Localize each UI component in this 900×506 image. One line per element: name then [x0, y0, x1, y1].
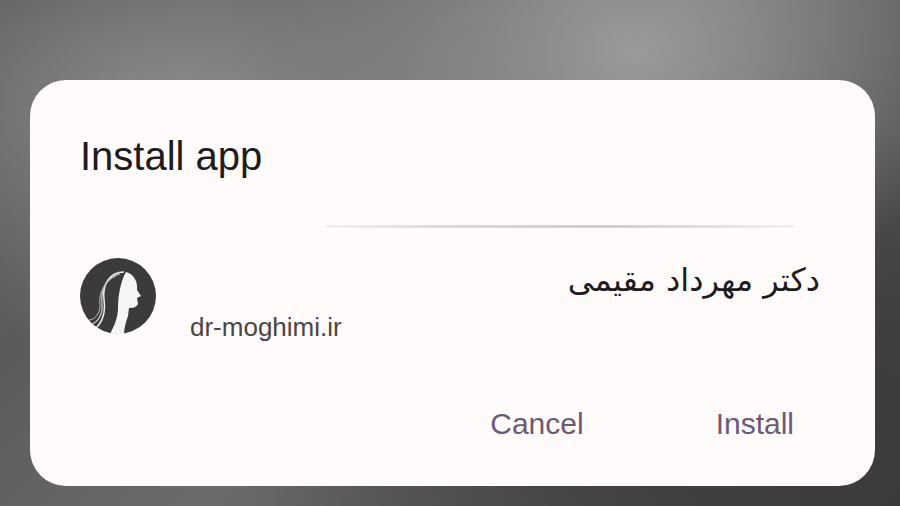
- dialog-title: Install app: [80, 132, 835, 180]
- app-name: دکتر مهرداد مقیمی: [190, 258, 820, 302]
- woman-profile-icon: [80, 258, 156, 334]
- app-url: dr-moghimi.ir: [190, 310, 820, 344]
- app-row: دکتر مهرداد مقیمی dr-moghimi.ir: [80, 258, 835, 344]
- dialog-actions: Cancel Install: [80, 396, 835, 452]
- dialog-button[interactable]: Cancel: [474, 396, 599, 452]
- screen: Install app دکتر مهرداد مقیمی dr-moghimi.i…: [0, 0, 900, 506]
- dialog-button[interactable]: Install: [700, 396, 810, 452]
- divider-line: [325, 225, 795, 228]
- install-dialog: Install app دکتر مهرداد مقیمی dr-moghimi.i…: [30, 80, 875, 486]
- app-info: دکتر مهرداد مقیمی dr-moghimi.ir: [190, 258, 835, 344]
